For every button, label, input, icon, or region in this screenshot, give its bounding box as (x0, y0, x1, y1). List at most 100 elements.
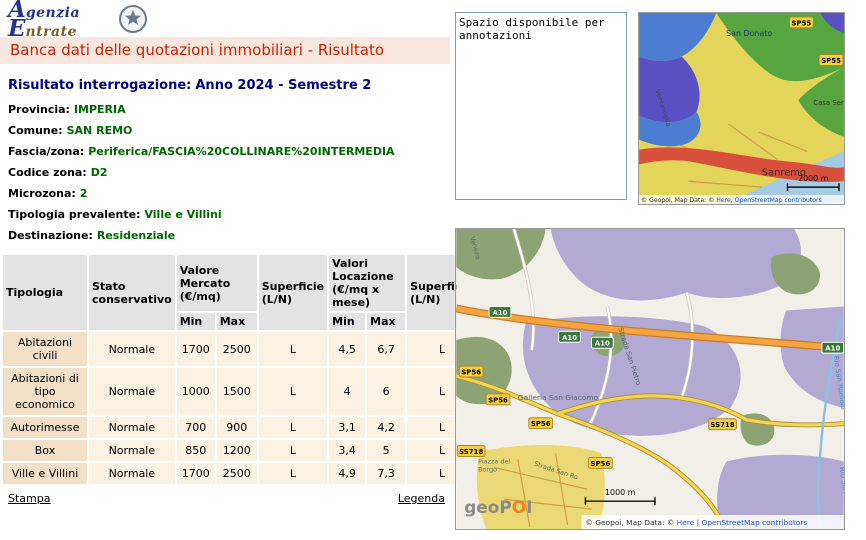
result-period: Anno 2024 - Semestre 2 (195, 78, 371, 93)
page-title-bar: Banca dati delle quotazioni immobiliari … (0, 37, 450, 64)
attribution-here-link[interactable]: Here (677, 518, 695, 527)
field-value: Ville e Villini (144, 208, 221, 221)
col-header-vl-max: Max (367, 313, 405, 330)
cell-vl-max: 6 (367, 368, 405, 415)
geopoi-logo-o: O (512, 497, 526, 517)
cell-vl-min: 3,4 (329, 440, 365, 461)
cell-stato: Normale (89, 332, 175, 366)
cell-vl-max: 7,3 (367, 463, 405, 484)
sp56-badge: SP56 (588, 457, 612, 468)
sp56-badge: SP56 (486, 394, 510, 405)
cell-vm-max: 2500 (217, 463, 257, 484)
cell-vm-min: 1000 (177, 368, 215, 415)
attribution-sep: | (694, 518, 701, 527)
cell-vm-min: 700 (177, 417, 215, 438)
svg-text:SP56: SP56 (531, 420, 551, 428)
detail-map-canvas[interactable]: A10 A10 A10 A10 SP56 SP56 (456, 229, 844, 529)
cell-superficie-1: L (259, 463, 327, 484)
map-label-san-donato: San Donato (726, 29, 772, 38)
svg-text:SP55: SP55 (792, 19, 812, 27)
cell-tipologia: Abitazioni di tipo economico (3, 368, 87, 415)
geopoi-logo-geo: geo (464, 497, 499, 517)
cell-stato: Normale (89, 463, 175, 484)
table-row: Abitazioni civili Normale 1700 2500 L 4,… (3, 332, 477, 366)
attribution-here-link[interactable]: Here (716, 197, 731, 204)
cell-vm-min: 850 (177, 440, 215, 461)
field-label: Microzona: (8, 187, 76, 200)
field-value: SAN REMO (67, 124, 133, 137)
cell-superficie-1: L (259, 332, 327, 366)
field-label: Fascia/zona: (8, 145, 84, 158)
geopoi-logo: geoPOI (464, 497, 532, 517)
footer-links: Stampa Legenda (8, 492, 445, 505)
logo-text-genzia: genzia (26, 5, 80, 21)
svg-text:SP55: SP55 (821, 57, 841, 65)
table-header-row-1: Tipologia Stato conservativo Valore Merc… (3, 255, 477, 311)
overview-map-canvas[interactable]: San Donato Casa Sere Ventimiglia Sanremo… (639, 13, 844, 204)
col-header-vm-max: Max (217, 313, 257, 330)
svg-text:A10: A10 (595, 340, 610, 348)
field-label: Comune: (8, 124, 63, 137)
ss718-badge: SS718 (457, 446, 485, 457)
cell-vm-min: 1700 (177, 332, 215, 366)
geopoi-logo-i: I (526, 497, 532, 517)
table-row: Ville e Villini Normale 1700 2500 L 4,9 … (3, 463, 477, 484)
cell-tipologia: Box (3, 440, 87, 461)
a10-badge: A10 (591, 337, 613, 348)
col-header-superficie-1: Superficie (L/N) (259, 255, 327, 330)
field-label: Destinazione: (8, 229, 93, 242)
overview-map[interactable]: San Donato Casa Sere Ventimiglia Sanremo… (638, 12, 845, 205)
sp55-badge: SP55 (819, 55, 843, 66)
field-value: Residenziale (97, 229, 175, 242)
stampa-link[interactable]: Stampa (8, 492, 50, 505)
field-codice-zona: Codice zona:D2 (8, 166, 450, 179)
cell-tipologia: Autorimesse (3, 417, 87, 438)
cell-vl-max: 4,2 (367, 417, 405, 438)
annotations-textarea[interactable]: Spazio disponibile per annotazioni (455, 12, 627, 200)
attribution-prefix: © Geopoi, Map Data: © (641, 196, 716, 204)
cell-stato: Normale (89, 440, 175, 461)
cell-vm-max: 1500 (217, 368, 257, 415)
map-attribution: © Geopoi, Map Data: © Here | OpenStreetM… (585, 518, 807, 527)
svg-text:A10: A10 (825, 345, 840, 353)
attribution-osm-link[interactable]: OpenStreetMap contributors (735, 197, 822, 204)
cell-vl-max: 5 (367, 440, 405, 461)
svg-text:SS718: SS718 (459, 448, 483, 456)
svg-text:SP56: SP56 (590, 460, 610, 468)
cell-tipologia: Abitazioni civili (3, 332, 87, 366)
cell-vm-min: 1700 (177, 463, 215, 484)
field-value: D2 (91, 166, 108, 179)
page-title: Banca dati delle quotazioni immobiliari … (10, 41, 384, 59)
svg-text:A10: A10 (562, 334, 577, 342)
cell-vl-min: 4,9 (329, 463, 365, 484)
legenda-link[interactable]: Legenda (398, 492, 445, 505)
page: Agenzia Entrate Banca dati delle quotazi… (0, 0, 866, 540)
field-value: 2 (80, 187, 88, 200)
sp56-badge: SP56 (459, 366, 483, 377)
col-header-valori-locazione: Valori Locazione (€/mq x mese) (329, 255, 405, 311)
field-tipologia-prevalente: Tipologia prevalente: Ville e Villini (8, 208, 450, 221)
detail-map[interactable]: A10 A10 A10 A10 SP56 SP56 (455, 228, 845, 530)
svg-text:2000 m: 2000 m (798, 174, 829, 183)
map-label-casa-serena: Casa Sere (813, 99, 844, 107)
cell-stato: Normale (89, 368, 175, 415)
agenzia-entrate-logo: Agenzia Entrate (8, 2, 80, 40)
svg-text:1000 m: 1000 m (605, 488, 636, 497)
map-label-galleria-san-giacomo: Galleria San Giacomo (518, 393, 599, 402)
cell-vl-min: 4,5 (329, 332, 365, 366)
map-label-piazza-line1: Piazza del (478, 457, 510, 465)
cell-vl-min: 4 (329, 368, 365, 415)
field-value: IMPERIA (74, 103, 126, 116)
attribution-osm-link[interactable]: OpenStreetMap contributors (702, 518, 808, 527)
field-label: Tipologia prevalente: (8, 208, 140, 221)
map-attribution: © Geopoi, Map Data: © Here, OpenStreetMa… (641, 196, 822, 204)
italy-emblem-icon (118, 4, 148, 34)
field-microzona: Microzona: 2 (8, 187, 450, 200)
col-header-vl-min: Min (329, 313, 365, 330)
quotations-table: Tipologia Stato conservativo Valore Merc… (1, 253, 479, 486)
svg-text:SP56: SP56 (461, 369, 481, 377)
field-fascia-zona: Fascia/zona:Periferica/FASCIA%20COLLINAR… (8, 145, 450, 158)
field-provincia: Provincia:IMPERIA (8, 103, 450, 116)
sp55-badge: SP55 (789, 17, 813, 28)
cell-superficie-1: L (259, 417, 327, 438)
